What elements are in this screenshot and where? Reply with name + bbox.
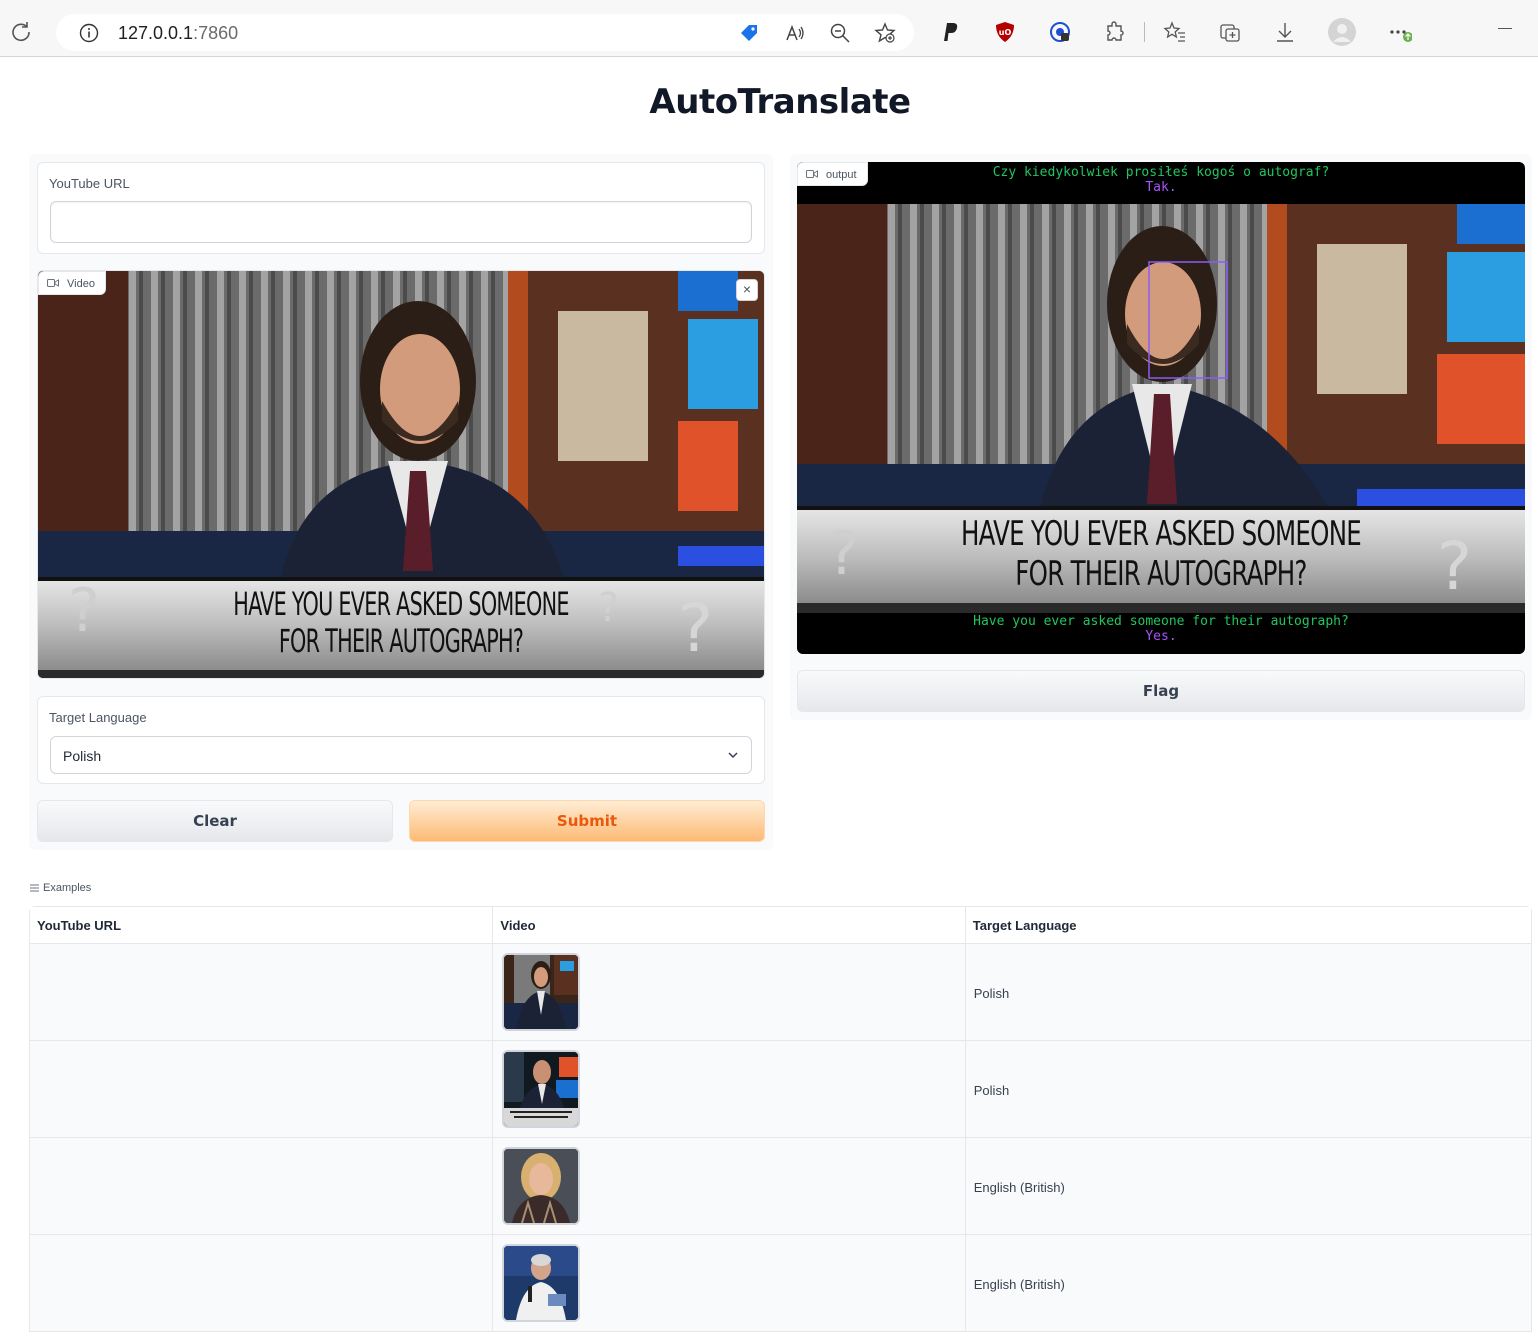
output-bottom-caption-line1: Have you ever asked someone for their au…	[973, 614, 1349, 629]
video-label-badge: Video	[38, 271, 106, 295]
example-language-text: English (British)	[973, 1277, 1065, 1292]
reload-icon[interactable]	[10, 20, 32, 42]
example-video-thumbnail[interactable]	[502, 953, 581, 1031]
page-title: AutoTranslate	[649, 82, 911, 122]
video-clear-icon[interactable]: ×	[736, 279, 758, 301]
table-row[interactable]: English (British)	[30, 1138, 1531, 1235]
table-row[interactable]: Polish	[30, 944, 1531, 1041]
example-language-cell[interactable]: Polish	[966, 1041, 1531, 1137]
output-top-caption-line1: Czy kiedykolwiek prosiłeś kogoś o autogr…	[992, 165, 1330, 180]
youtube-url-input[interactable]	[50, 201, 752, 243]
example-language-cell[interactable]: English (British)	[966, 1138, 1531, 1234]
svg-text:?: ?	[68, 576, 100, 646]
url-host: 127.0.0.1	[118, 23, 194, 43]
target-language-dropdown[interactable]: Polish	[50, 736, 752, 774]
column-header-video: Video	[493, 907, 966, 943]
video-input[interactable]: ? ? ? HAVE YOU EVER ASKED SOMEONE FOR TH…	[37, 270, 765, 679]
thumbnail-image	[504, 1246, 579, 1320]
output-label-text: output	[826, 169, 857, 181]
output-bottom-caption-line2: Yes.	[1145, 629, 1177, 644]
collections-icon[interactable]	[1218, 20, 1242, 44]
target-language-label: Target Language	[49, 710, 147, 725]
thumbnail-image	[504, 955, 579, 1029]
svg-text:?: ?	[1437, 528, 1472, 605]
output-video-caption-line1: HAVE YOU EVER ASKED SOMEONE	[960, 514, 1362, 554]
example-language-cell[interactable]: English (British)	[966, 1235, 1531, 1331]
url-text: 127.0.0.1:7860	[118, 23, 238, 44]
thumbnail-image	[504, 1149, 579, 1223]
example-url-cell[interactable]	[30, 1235, 494, 1331]
video-caption: HAVE YOU EVER ASKED SOMEONE FOR THEIR AU…	[140, 586, 663, 660]
video-caption-line2: FOR THEIR AUTOGRAPH?	[278, 622, 524, 660]
output-top-caption: Czy kiedykolwiek prosiłeś kogoś o autogr…	[797, 165, 1525, 195]
zoom-out-icon[interactable]	[829, 22, 851, 44]
read-aloud-icon[interactable]	[784, 22, 806, 44]
examples-heading: Examples	[30, 882, 91, 894]
toolbar-divider	[1144, 22, 1145, 42]
extension-shield-icon[interactable]	[1048, 20, 1072, 44]
example-language-text: Polish	[973, 1083, 1010, 1098]
output-top-caption-line2: Tak.	[1145, 180, 1177, 195]
svg-text:?: ?	[827, 519, 859, 589]
output-bottom-caption: Have you ever asked someone for their au…	[797, 614, 1525, 644]
column-header-target-language: Target Language	[972, 918, 1077, 933]
column-header-youtube-url: YouTube URL	[30, 907, 494, 943]
table-row[interactable]: English (British)	[30, 1235, 1531, 1332]
examples-table: YouTube URL Video Target Language Polish…	[29, 906, 1532, 1332]
video-camera-icon	[806, 170, 818, 178]
clear-button[interactable]: Clear	[37, 800, 393, 842]
output-video-caption-line2: FOR THEIR AUTOGRAPH?	[1015, 554, 1307, 594]
svg-text:?: ?	[678, 590, 713, 667]
video-output[interactable]: Czy kiedykolwiek prosiłeś kogoś o autogr…	[797, 162, 1525, 654]
submit-button[interactable]: Submit	[409, 800, 765, 842]
example-video-thumbnail[interactable]	[502, 1147, 581, 1225]
example-language-text: Polish	[973, 986, 1010, 1001]
download-icon[interactable]	[1273, 20, 1297, 44]
info-icon[interactable]	[79, 23, 99, 43]
target-language-block: Target Language Polish	[37, 696, 765, 784]
window-minimize-button[interactable]	[1498, 28, 1512, 29]
paypal-icon[interactable]	[938, 20, 962, 44]
more-menu-icon[interactable]	[1388, 20, 1412, 44]
flag-button[interactable]: Flag	[797, 670, 1525, 712]
video-label-text: Video	[67, 278, 95, 290]
examples-header-row: YouTube URL Video Target Language	[30, 907, 1531, 944]
youtube-url-label: YouTube URL	[49, 176, 130, 191]
address-bar[interactable]: 127.0.0.1:7860	[56, 14, 914, 51]
list-icon	[30, 884, 39, 892]
ublock-icon[interactable]: uO	[993, 20, 1017, 44]
example-url-cell[interactable]	[30, 1138, 494, 1234]
example-video-cell[interactable]	[493, 1235, 966, 1331]
example-video-cell[interactable]	[493, 944, 966, 1040]
output-video-caption: HAVE YOU EVER ASKED SOMEONE FOR THEIR AU…	[899, 514, 1423, 594]
example-video-cell[interactable]	[493, 1138, 966, 1234]
profile-avatar-icon[interactable]	[1328, 18, 1356, 46]
output-label-badge: output	[797, 162, 868, 186]
example-url-cell[interactable]	[30, 944, 494, 1040]
thumbnail-image	[504, 1052, 579, 1126]
favorites-icon[interactable]	[1163, 20, 1187, 44]
example-url-cell[interactable]	[30, 1041, 494, 1137]
tag-icon[interactable]	[738, 22, 760, 44]
example-language-cell[interactable]: Polish	[966, 944, 1531, 1040]
example-video-thumbnail[interactable]	[502, 1244, 581, 1322]
youtube-url-block: YouTube URL	[37, 162, 765, 254]
url-port: :7860	[193, 23, 239, 43]
table-row[interactable]: Polish	[30, 1041, 1531, 1138]
video-camera-icon	[47, 279, 59, 287]
svg-text:uO: uO	[999, 28, 1012, 37]
target-language-value: Polish	[63, 748, 102, 764]
favorite-add-icon[interactable]	[874, 22, 896, 44]
example-language-text: English (British)	[973, 1180, 1065, 1195]
browser-toolbar: 127.0.0.1:7860 uO	[0, 0, 1538, 57]
example-video-cell[interactable]	[493, 1041, 966, 1137]
chevron-down-icon	[728, 752, 738, 759]
example-video-thumbnail[interactable]	[502, 1050, 581, 1128]
examples-heading-text: Examples	[43, 882, 92, 894]
extensions-icon[interactable]	[1103, 20, 1127, 44]
video-caption-line1: HAVE YOU EVER ASKED SOMEONE	[233, 585, 569, 623]
